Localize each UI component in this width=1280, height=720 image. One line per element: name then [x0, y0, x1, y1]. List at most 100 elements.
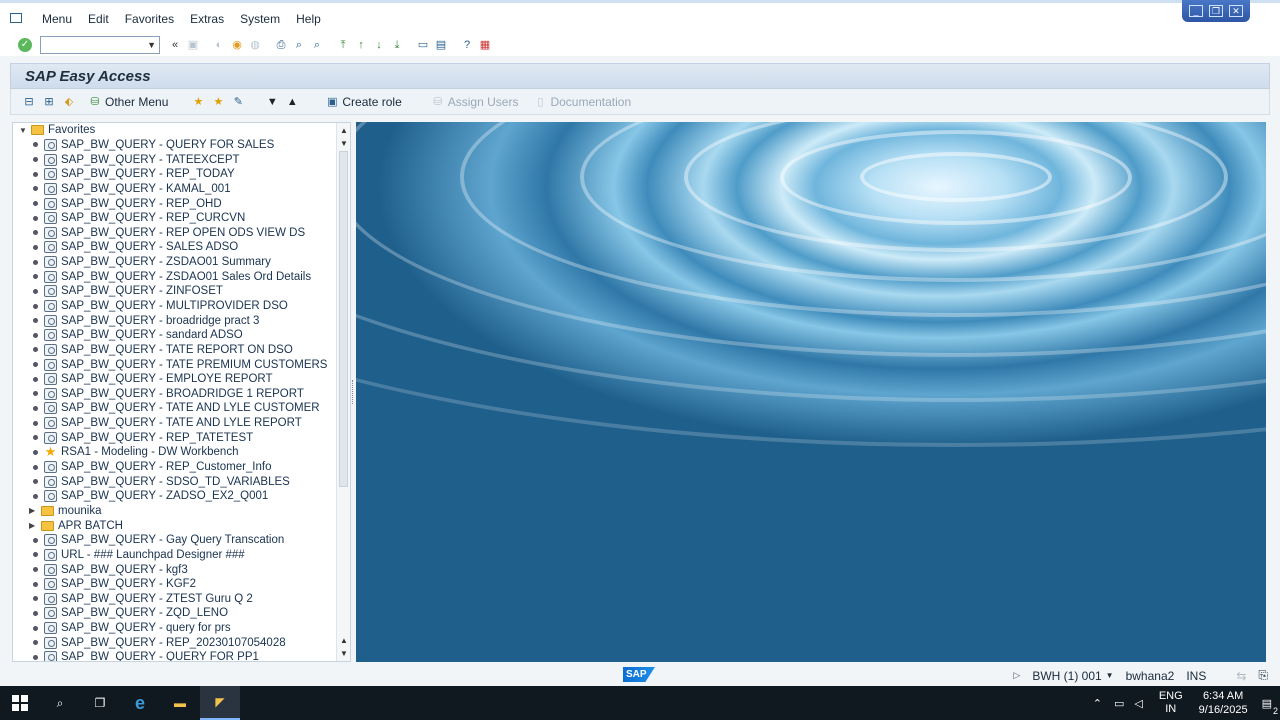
other-menu-button[interactable]: ⛁ Other Menu [85, 95, 168, 109]
tree-item[interactable]: SAP_BW_QUERY - SDSO_TD_VARIABLES [13, 474, 338, 489]
collapsed-triangle-icon[interactable]: ▶ [29, 521, 39, 530]
tree-item[interactable]: SAP_BW_QUERY - QUERY FOR PP1 [13, 650, 338, 661]
tree-item[interactable]: SAP_BW_QUERY - query for prs [13, 621, 338, 636]
close-icon[interactable]: ✕ [1229, 5, 1243, 17]
find-icon[interactable]: ⌕ [292, 38, 306, 52]
tree-item[interactable]: URL - ### Launchpad Designer ### [13, 548, 338, 563]
scroll-down-step-icon[interactable]: ▼ [340, 139, 348, 148]
lock-icon[interactable]: ⎘ [1258, 668, 1268, 683]
add-favorite-icon[interactable]: ★ [191, 95, 205, 109]
tree-item[interactable]: SAP_BW_QUERY - REP_TATETEST [13, 430, 338, 445]
tree-item[interactable]: SAP_BW_QUERY - TATE AND LYLE REPORT [13, 416, 338, 431]
menu-item-system[interactable]: System [240, 12, 280, 26]
tree-item[interactable]: SAP_BW_QUERY - ZSDAO01 Sales Ord Details [13, 269, 338, 284]
tree-item[interactable]: SAP_BW_QUERY - REP_TODAY [13, 167, 338, 182]
tree-folder[interactable]: ▶ APR BATCH [13, 518, 338, 533]
expanded-triangle-icon[interactable]: ▼ [19, 126, 29, 135]
tree-item[interactable]: SAP_BW_QUERY - ZTEST Guru Q 2 [13, 592, 338, 607]
command-input[interactable] [41, 37, 141, 53]
print-icon[interactable]: ⎙ [274, 38, 288, 52]
user-menu-icon[interactable]: ⬖ [62, 95, 76, 109]
menu-item-extras[interactable]: Extras [190, 12, 224, 26]
tree-item[interactable]: SAP_BW_QUERY - broadridge pract 3 [13, 313, 338, 328]
tray-chevron-up-icon[interactable]: ⌃ [1093, 697, 1102, 710]
tree-item[interactable]: SAP_BW_QUERY - kgf3 [13, 562, 338, 577]
chevron-down-icon[interactable]: ▼ [147, 40, 156, 50]
menu-item-help[interactable]: Help [296, 12, 321, 26]
collapsed-triangle-icon[interactable]: ▶ [29, 506, 39, 515]
tree-item[interactable]: SAP_BW_QUERY - BROADRIDGE 1 REPORT [13, 387, 338, 402]
tree-item[interactable]: SAP_BW_QUERY - SALES ADSO [13, 240, 338, 255]
tree-item[interactable]: ★ RSA1 - Modeling - DW Workbench [13, 445, 338, 460]
tree-root-favorites[interactable]: ▼ Favorites [13, 123, 338, 138]
tree-item[interactable]: SAP_BW_QUERY - KAMAL_001 [13, 182, 338, 197]
notifications-icon[interactable]: ▤ 2 [1262, 697, 1278, 716]
tree-item[interactable]: SAP_BW_QUERY - TATE REPORT ON DSO [13, 343, 338, 358]
tree-item[interactable]: SAP_BW_QUERY - REP_CURCVN [13, 211, 338, 226]
internet-explorer-icon[interactable]: e [120, 686, 160, 720]
panel-splitter[interactable] [352, 380, 355, 404]
tree-item[interactable]: SAP_BW_QUERY - REP_OHD [13, 196, 338, 211]
menu-item-edit[interactable]: Edit [88, 12, 109, 26]
tree-item[interactable]: SAP_BW_QUERY - EMPLOYE REPORT [13, 372, 338, 387]
start-button[interactable] [0, 686, 40, 720]
last-page-icon[interactable]: ⤓ [390, 38, 404, 52]
first-page-icon[interactable]: ⤒ [336, 38, 350, 52]
customize-layout-icon[interactable]: ▦ [478, 38, 492, 52]
menu-item-menu[interactable]: Menu [42, 12, 72, 26]
previous-page-icon[interactable]: ↑ [354, 38, 368, 52]
tree-item[interactable]: SAP_BW_QUERY - ZADSO_EX2_Q001 [13, 489, 338, 504]
tree-item[interactable]: SAP_BW_QUERY - ZINFOSET [13, 284, 338, 299]
scroll-up-icon[interactable]: ▲ [340, 126, 348, 135]
tree-item[interactable]: SAP_BW_QUERY - MULTIPROVIDER DSO [13, 299, 338, 314]
delete-favorite-icon[interactable]: ★ [211, 95, 225, 109]
network-icon[interactable]: ▭ [1114, 697, 1124, 710]
play-triangle-icon[interactable]: ▷ [1013, 670, 1020, 681]
tree-item[interactable]: SAP_BW_QUERY - TATE AND LYLE CUSTOMER [13, 401, 338, 416]
tree-item[interactable]: SAP_BW_QUERY - REP_Customer_Info [13, 460, 338, 475]
tree-item[interactable]: SAP_BW_QUERY - REP OPEN ODS VIEW DS [13, 225, 338, 240]
create-role-button[interactable]: ▣ Create role [322, 95, 402, 109]
find-next-icon[interactable]: ⌕ [310, 38, 324, 52]
scroll-up-step-icon[interactable]: ▲ [340, 636, 348, 645]
tree-item[interactable]: SAP_BW_QUERY - ZSDAO01 Summary [13, 255, 338, 270]
tree-item[interactable]: SAP_BW_QUERY - KGF2 [13, 577, 338, 592]
system-info[interactable]: BWH (1) 001 [1032, 669, 1101, 683]
file-explorer-icon[interactable]: ▬ [160, 686, 200, 720]
scroll-thumb[interactable] [339, 151, 348, 487]
command-field[interactable]: ▼ [40, 36, 160, 54]
tree-item[interactable]: SAP_BW_QUERY - QUERY FOR SALES [13, 138, 338, 153]
tree-item[interactable]: SAP_BW_QUERY - TATEEXCEPT [13, 152, 338, 167]
collapse-double-chevron-icon[interactable]: « [168, 38, 182, 52]
tree-item[interactable]: SAP_BW_QUERY - Gay Query Transcation [13, 533, 338, 548]
enter-check-icon[interactable]: ✓ [18, 38, 32, 52]
scroll-down-icon[interactable]: ▼ [340, 649, 348, 658]
new-session-icon[interactable]: ▭ [416, 38, 430, 52]
tree-item[interactable]: SAP_BW_QUERY - sandard ADSO [13, 328, 338, 343]
language-indicator[interactable]: ENG IN [1159, 690, 1183, 716]
menu-collapse-icon[interactable]: ⊞ [42, 95, 56, 109]
minimize-icon[interactable]: _ [1189, 5, 1203, 17]
tree-item[interactable]: SAP_BW_QUERY - REP_20230107054028 [13, 635, 338, 650]
menu-expand-icon[interactable]: ⊟ [22, 95, 36, 109]
speaker-muted-icon[interactable]: ◁ [1134, 697, 1142, 710]
next-page-icon[interactable]: ↓ [372, 38, 386, 52]
clock[interactable]: 6:34 AM 9/16/2025 [1199, 689, 1248, 717]
help-icon[interactable]: ? [460, 38, 474, 52]
system-dropdown-icon[interactable]: ▼ [1106, 671, 1114, 680]
tree-scrollbar[interactable]: ▲ ▼ ▲ ▼ [336, 123, 350, 661]
restore-icon[interactable]: ❐ [1209, 5, 1223, 17]
tree-item[interactable]: SAP_BW_QUERY - ZQD_LENO [13, 606, 338, 621]
search-icon[interactable]: ⌕ [40, 686, 80, 720]
tree-item[interactable]: SAP_BW_QUERY - TATE PREMIUM CUSTOMERS [13, 357, 338, 372]
move-down-icon[interactable]: ▼ [265, 95, 279, 109]
shortcut-icon[interactable]: ▤ [434, 38, 448, 52]
exit-icon[interactable]: ◉ [230, 38, 244, 52]
tree-folder[interactable]: ▶ mounika [13, 504, 338, 519]
sap-window-icon[interactable] [8, 12, 24, 26]
menu-item-favorites[interactable]: Favorites [125, 12, 174, 26]
sap-logon-taskbar-icon[interactable]: ◤ [200, 686, 240, 720]
task-view-icon[interactable]: ❐ [80, 686, 120, 720]
change-favorite-icon[interactable]: ✎ [231, 95, 245, 109]
move-up-icon[interactable]: ▲ [285, 95, 299, 109]
